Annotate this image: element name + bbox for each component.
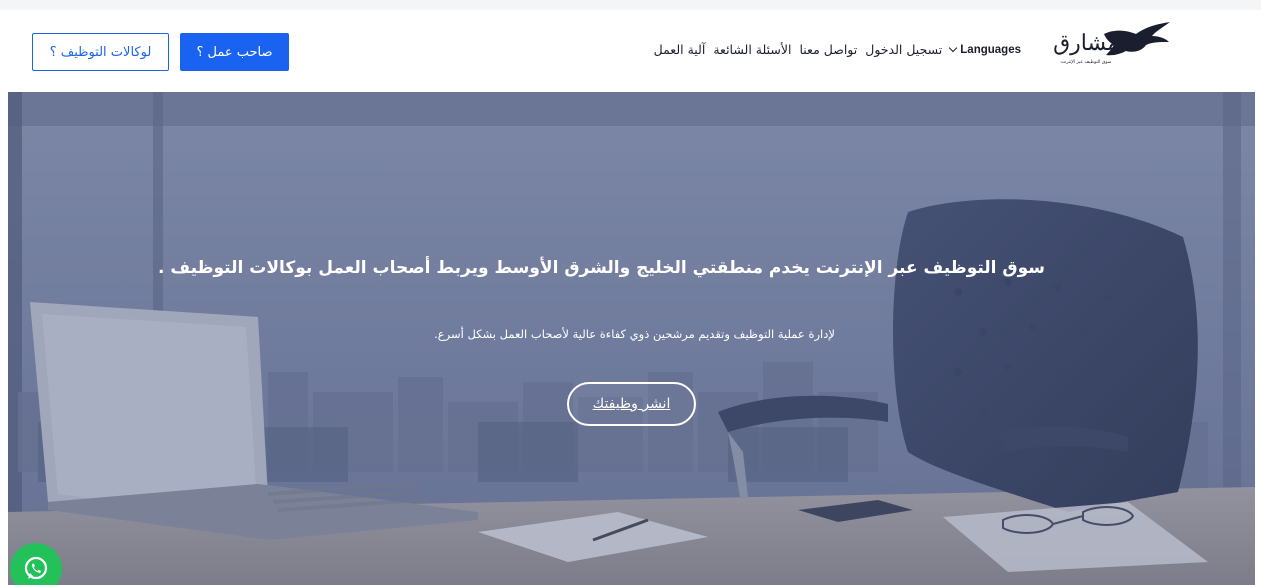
eagle-logo-icon: مشارق سوق التوظيف عبر الإنترنت	[1053, 22, 1170, 65]
languages-label: Languages	[960, 43, 1021, 56]
top-strip	[0, 0, 1261, 10]
logo-tagline: سوق التوظيف عبر الإنترنت	[1061, 60, 1112, 65]
site-header: مشارق سوق التوظيف عبر الإنترنت آلية العم…	[0, 10, 1261, 92]
nav-item-how-it-works[interactable]: آلية العمل	[654, 42, 706, 57]
nav-item-login[interactable]: تسجيل الدخول	[865, 42, 942, 57]
page: مشارق سوق التوظيف عبر الإنترنت آلية العم…	[0, 0, 1261, 585]
employer-button[interactable]: صاحب عمل ؟	[180, 33, 289, 71]
chevron-down-icon	[949, 43, 958, 53]
hero-subtitle: لإدارة عملية التوظيف وتقديم مرشحين ذوي ك…	[434, 327, 835, 341]
site-logo[interactable]: مشارق سوق التوظيف عبر الإنترنت	[1048, 18, 1173, 70]
logo-text: مشارق	[1053, 31, 1119, 56]
post-job-button[interactable]: انشر وظيفتك	[567, 382, 696, 426]
whatsapp-icon	[24, 556, 48, 580]
nav-item-faq[interactable]: الأسئلة الشائعة	[713, 42, 791, 57]
languages-dropdown[interactable]: Languages	[949, 43, 1021, 56]
hero-section: سوق التوظيف عبر الإنترنت يخدم منطقتي الخ…	[8, 92, 1255, 585]
main-nav: آلية العمل الأسئلة الشائعة تواصل معنا تس…	[654, 42, 1021, 57]
nav-item-contact[interactable]: تواصل معنا	[799, 42, 857, 57]
hero-title: سوق التوظيف عبر الإنترنت يخدم منطقتي الخ…	[157, 258, 1045, 278]
agency-button[interactable]: لوكالات التوظيف ؟	[32, 33, 169, 71]
